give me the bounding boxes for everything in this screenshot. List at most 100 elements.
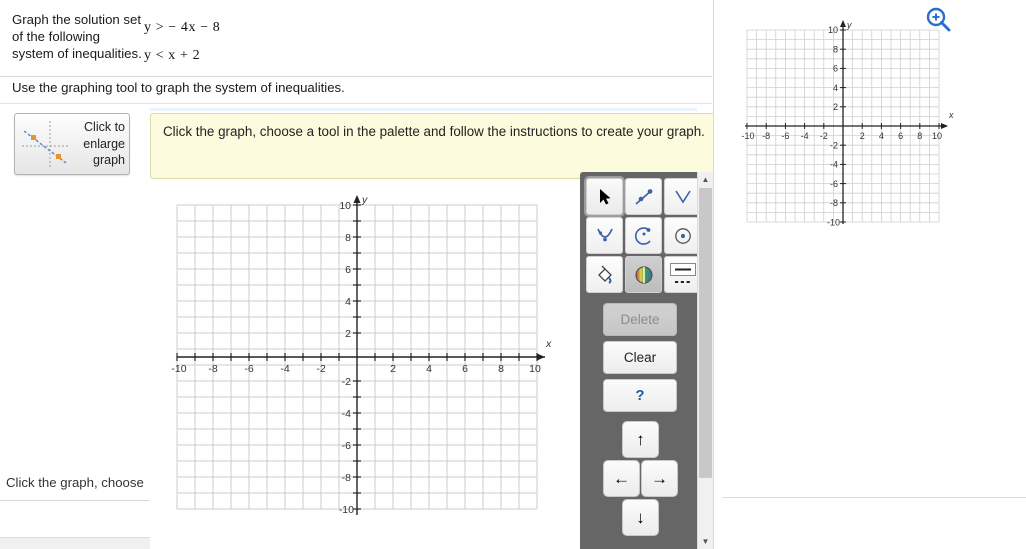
svg-text:2: 2 xyxy=(345,328,351,340)
palette-scrollbar[interactable]: ▲ ▼ xyxy=(697,172,713,549)
preview-panel-divider xyxy=(722,497,1026,498)
scrollbar-thumb[interactable] xyxy=(699,188,712,478)
svg-text:-8: -8 xyxy=(208,363,217,375)
line-segment-icon xyxy=(634,188,653,205)
instruction-accent-bar xyxy=(150,108,697,111)
header-divider xyxy=(0,103,712,104)
fill-tool[interactable] xyxy=(586,256,623,293)
tool-grid xyxy=(584,176,701,293)
svg-text:-10: -10 xyxy=(827,217,840,227)
background-footer-bar xyxy=(0,537,150,549)
svg-text:-8: -8 xyxy=(342,472,351,484)
paint-bucket-icon xyxy=(597,265,612,284)
move-down-button[interactable]: ↓ xyxy=(622,499,659,536)
svg-text:6: 6 xyxy=(898,131,903,141)
background-truncated-text: Click the graph, choose xyxy=(6,475,144,490)
page-title: Graph the solution set of the following … xyxy=(12,11,152,62)
question-panel: Graph the solution set of the following … xyxy=(0,0,721,549)
delete-button: Delete xyxy=(603,303,677,336)
y-axis-arrow xyxy=(353,195,361,203)
preview-panel: -10 -8 -6 -4 -2 2 4 6 8 10 10 8 6 4 2 -2… xyxy=(713,0,1026,549)
clear-button[interactable]: Clear xyxy=(603,341,677,374)
pointer-tool[interactable] xyxy=(584,176,625,217)
mini-graph-icon xyxy=(22,121,70,167)
prompt-line-1: Graph the solution set xyxy=(12,12,142,27)
svg-text:10: 10 xyxy=(529,363,541,375)
line-style-icon xyxy=(669,262,696,283)
svg-text:-2: -2 xyxy=(820,131,828,141)
svg-text:6: 6 xyxy=(462,363,468,375)
prompt-line-3: system of inequalities. xyxy=(12,46,142,61)
svg-text:-6: -6 xyxy=(244,363,253,375)
preview-graph[interactable]: -10 -8 -6 -4 -2 2 4 6 8 10 10 8 6 4 2 -2… xyxy=(731,6,961,236)
svg-text:2: 2 xyxy=(860,131,865,141)
svg-text:-2: -2 xyxy=(316,363,325,375)
svg-text:8: 8 xyxy=(833,45,838,55)
color-wheel-icon xyxy=(634,265,653,284)
absolute-value-icon xyxy=(674,190,691,203)
svg-text:8: 8 xyxy=(345,232,351,244)
preview-x-axis-arrow xyxy=(941,123,948,129)
preview-y-axis-label: y xyxy=(846,20,852,30)
svg-text:-2: -2 xyxy=(342,376,351,388)
arc-icon xyxy=(634,226,651,245)
svg-text:-6: -6 xyxy=(830,179,838,189)
scroll-up-icon[interactable]: ▲ xyxy=(698,172,713,187)
main-graph-canvas[interactable]: -10 -8 -6 -4 -2 2 4 6 8 10 10 8 6 4 2 -2… xyxy=(165,185,565,525)
svg-text:-2: -2 xyxy=(830,141,838,151)
svg-text:-4: -4 xyxy=(801,131,809,141)
preview-y-axis-arrow xyxy=(840,20,846,27)
x-axis-label: x xyxy=(545,338,552,350)
enlarge-label-1: Click to xyxy=(84,120,125,134)
svg-text:4: 4 xyxy=(833,83,838,93)
svg-text:-10: -10 xyxy=(741,131,754,141)
scroll-down-icon[interactable]: ▼ xyxy=(698,534,713,549)
pointer-icon xyxy=(599,188,610,204)
svg-text:-10: -10 xyxy=(171,363,186,375)
enlarge-label-3: graph xyxy=(93,153,125,167)
absolute-value-tool[interactable] xyxy=(664,178,701,215)
svg-text:-8: -8 xyxy=(762,131,770,141)
circle-icon xyxy=(674,227,691,244)
move-up-button[interactable]: ↑ xyxy=(622,421,659,458)
svg-text:10: 10 xyxy=(932,131,942,141)
question-header: Graph the solution set of the following … xyxy=(0,0,712,77)
svg-text:-6: -6 xyxy=(342,440,351,452)
y-axis-label: y xyxy=(361,194,368,206)
parabola-icon xyxy=(596,228,613,241)
svg-text:-4: -4 xyxy=(830,160,838,170)
line-tool[interactable] xyxy=(625,178,662,215)
move-left-button[interactable]: ← xyxy=(603,460,640,497)
inequality-1: y > − 4x − 8 xyxy=(144,20,221,35)
preview-graph-canvas[interactable]: -10 -8 -6 -4 -2 2 4 6 8 10 10 8 6 4 2 -2… xyxy=(731,6,961,231)
svg-text:4: 4 xyxy=(879,131,884,141)
color-tool[interactable] xyxy=(625,256,662,293)
svg-text:8: 8 xyxy=(917,131,922,141)
svg-text:6: 6 xyxy=(345,264,351,276)
background-divider xyxy=(0,500,150,501)
parabola-tool[interactable] xyxy=(586,217,623,254)
svg-text:10: 10 xyxy=(339,200,351,212)
svg-text:4: 4 xyxy=(426,363,432,375)
line-style-tool[interactable] xyxy=(664,256,701,293)
help-button[interactable]: ? xyxy=(603,379,677,412)
app-root: Graph the solution set of the following … xyxy=(0,0,1026,549)
preview-x-axis-label: x xyxy=(948,110,954,120)
arc-tool[interactable] xyxy=(625,217,662,254)
svg-text:-4: -4 xyxy=(280,363,289,375)
main-graph[interactable]: -10 -8 -6 -4 -2 2 4 6 8 10 10 8 6 4 2 -2… xyxy=(165,185,565,530)
move-right-button[interactable]: → xyxy=(641,460,678,497)
enlarge-graph-label: Click to enlarge graph xyxy=(73,119,125,169)
enlarge-graph-button[interactable]: Click to enlarge graph xyxy=(14,113,130,175)
svg-text:8: 8 xyxy=(498,363,504,375)
svg-text:6: 6 xyxy=(833,64,838,74)
svg-text:-6: -6 xyxy=(781,131,789,141)
circle-tool[interactable] xyxy=(664,217,701,254)
instruction-callout: Click the graph, choose a tool in the pa… xyxy=(150,113,721,179)
x-axis-arrow xyxy=(537,353,545,361)
svg-text:-4: -4 xyxy=(342,408,351,420)
enlarge-label-2: enlarge xyxy=(83,136,125,151)
svg-text:4: 4 xyxy=(345,296,351,308)
svg-text:-8: -8 xyxy=(830,198,838,208)
svg-text:2: 2 xyxy=(833,102,838,112)
